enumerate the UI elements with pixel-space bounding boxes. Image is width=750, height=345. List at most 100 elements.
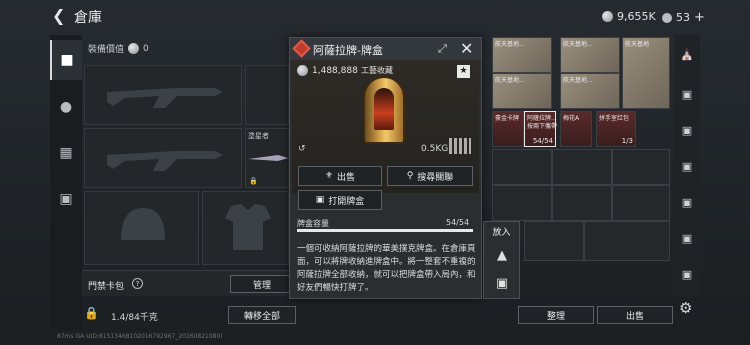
melee-label: 塗星者: [248, 132, 269, 140]
grid-item[interactable]: 航天基地...: [492, 37, 552, 73]
page-title: 倉庫: [74, 10, 102, 26]
helmet-slot[interactable]: [84, 191, 199, 265]
equipment-value-number: 0: [143, 43, 149, 54]
grid-cell-empty[interactable]: [612, 185, 670, 221]
armor-slot[interactable]: [202, 191, 289, 265]
card-box-image: [363, 76, 405, 144]
grid-item-label: 梅花A: [563, 115, 580, 122]
storage-tab-icon[interactable]: ⛪: [677, 43, 697, 65]
tab-icon[interactable]: ▣: [677, 155, 697, 177]
nav-armor-icon[interactable]: ▦: [50, 133, 82, 173]
grid-item-selected[interactable]: 阿薩拉牌... 按兩下攜帶 54/54: [524, 111, 558, 147]
card-box-inner: [374, 88, 394, 130]
right-tab-column: ⛪ ▣ ▣ ▣ ▣ ▣ ▣: [674, 35, 700, 295]
grid-item[interactable]: 航天基地: [622, 37, 670, 109]
briefcase-icon[interactable]: ▣: [493, 276, 511, 294]
coin-icon: [602, 11, 613, 22]
put-in-label: 放入: [492, 228, 511, 238]
tab-icon[interactable]: ▣: [677, 191, 697, 213]
grid-cell-empty[interactable]: [552, 185, 612, 221]
nav-helmet-icon[interactable]: ●: [50, 87, 82, 127]
capacity-value: 54/54: [446, 218, 470, 227]
help-icon[interactable]: ?: [132, 278, 143, 289]
nav-backpack-icon[interactable]: ▣: [50, 179, 82, 219]
search-icon: ⚲: [406, 171, 414, 181]
helmet-silhouette-icon: [121, 208, 165, 240]
tab-icon[interactable]: ▣: [677, 119, 697, 141]
grid-item-label: 拼手室红包: [599, 115, 630, 122]
transfer-all-button[interactable]: 轉移全部: [228, 306, 296, 324]
tab-icon[interactable]: ▣: [677, 83, 697, 105]
sell-button[interactable]: ⚜ 出售: [298, 166, 382, 186]
item-description: 一個可收納阿薩拉牌的華美撲克牌盒。在倉庫頁面，可以將牌收納進牌盒中。將一整套不重…: [297, 244, 476, 293]
capacity-bar-fill: [297, 229, 473, 232]
grid-cell-empty[interactable]: [584, 221, 670, 261]
equipment-value-label: 裝備價值: [88, 45, 125, 55]
settings-gear-icon[interactable]: ⚙: [679, 299, 692, 317]
grid-item[interactable]: 拼手室红包 1/3: [596, 111, 636, 147]
grid-item-count: 54/54: [532, 137, 553, 145]
grid-item-sublabel: 按兩下攜帶: [527, 123, 558, 130]
rifle-silhouette-icon: [107, 88, 223, 108]
grid-item-label: 航天基地...: [495, 41, 525, 48]
grid-item-label: 豪金卡牌: [495, 115, 520, 122]
favorite-star-icon[interactable]: ★: [457, 65, 470, 78]
sell-bottom-button[interactable]: 出售: [597, 306, 673, 324]
sell-label: 出售: [337, 172, 356, 183]
gem-icon: [662, 12, 672, 23]
open-box-button[interactable]: ▣ 打開牌盒: [298, 190, 382, 210]
footer-debug-text: 87ms GA UID:815134681020167929​67_202608…: [57, 333, 223, 340]
grid-cell-empty[interactable]: [552, 149, 612, 185]
secondary-weapon-slot[interactable]: [84, 128, 242, 188]
grid-item[interactable]: 梅花A: [560, 111, 592, 147]
armor-silhouette-icon: [225, 204, 271, 250]
item-price-value: 1,488,888: [312, 65, 358, 76]
item-tag: 工藝收藏: [361, 66, 393, 75]
gem-display[interactable]: 53 +: [662, 10, 705, 25]
grid-cell-empty[interactable]: [492, 149, 552, 185]
box-icon: ▣: [315, 195, 325, 205]
grid-item[interactable]: 航天基地...: [492, 73, 552, 109]
open-box-label: 打開牌盒: [328, 196, 365, 207]
popup-title: 阿薩拉牌-牌盒: [313, 44, 383, 57]
grid-cell-empty[interactable]: [492, 185, 552, 221]
add-gem-button[interactable]: +: [694, 10, 705, 25]
tab-icon[interactable]: ▣: [677, 227, 697, 249]
grid-item[interactable]: 豪金卡牌: [492, 111, 524, 147]
coin-icon: [128, 43, 140, 54]
card-pack-label: 門禁卡包: [88, 282, 125, 292]
grid-item[interactable]: 航天基地...: [560, 73, 620, 109]
grid-item[interactable]: 航天基地...: [560, 37, 620, 73]
grid-item-label: 航天基地...: [563, 77, 593, 84]
grid-item-label: 航天基地...: [563, 41, 593, 48]
grid-item-label: 航天基地: [625, 41, 650, 48]
item-weight: 0.5KG: [421, 144, 449, 154]
coin-icon: [297, 65, 308, 76]
currency-value: 9,655K: [617, 10, 656, 23]
grid-cell-empty[interactable]: [612, 149, 670, 185]
knife-icon: [248, 155, 288, 161]
lock-icon[interactable]: 🔒: [84, 306, 102, 324]
search-related-button[interactable]: ⚲ 搜尋關聯: [387, 166, 473, 186]
secondary-slot[interactable]: [245, 65, 289, 125]
collapse-arrows-icon[interactable]: ⤢: [438, 42, 447, 56]
melee-slot[interactable]: 塗星者 🔒: [245, 128, 289, 188]
grid-size-icon: [449, 138, 471, 154]
link-icon[interactable]: ↺: [298, 144, 306, 154]
nav-weapon-icon[interactable]: ■: [50, 40, 82, 80]
lock-icon: 🔒: [249, 177, 258, 185]
vest-icon[interactable]: ▲: [493, 248, 511, 266]
primary-weapon-slot[interactable]: [84, 65, 242, 125]
grid-cell-empty[interactable]: [524, 221, 584, 261]
item-detail-popup: 阿薩拉牌-牌盒 ⤢ ✕ 1,488,888 工藝收藏 ★ ↺ 0.5KG ⚜ 出…: [289, 37, 482, 299]
manage-button[interactable]: 管理: [230, 275, 294, 293]
equipment-value: 裝備價值 0: [88, 42, 149, 55]
sort-button[interactable]: 整理: [518, 306, 594, 324]
close-icon[interactable]: ✕: [460, 39, 473, 58]
tab-icon[interactable]: ▣: [677, 263, 697, 285]
popup-header: 阿薩拉牌-牌盒 ⤢ ✕: [290, 38, 481, 60]
back-arrow-icon[interactable]: ❮: [52, 8, 68, 24]
rarity-diamond-icon: [292, 39, 311, 58]
rifle-silhouette-icon: [107, 151, 223, 171]
capacity-bar: [297, 229, 473, 232]
